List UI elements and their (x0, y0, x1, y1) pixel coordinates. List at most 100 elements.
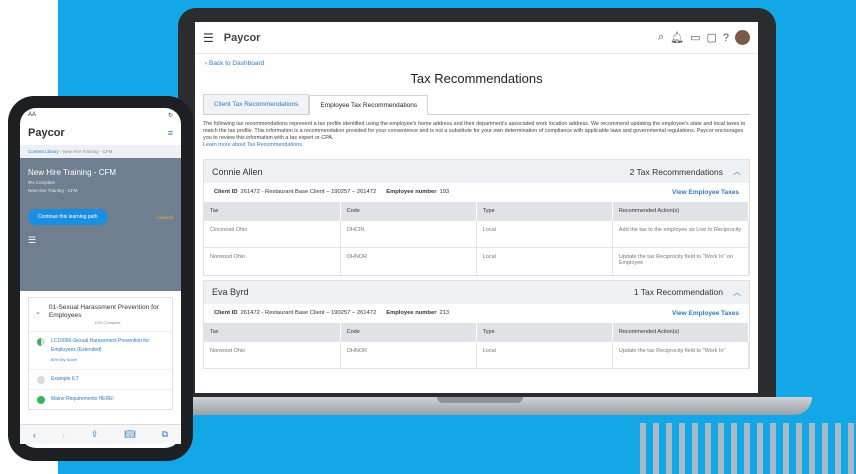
chevron-up-icon[interactable]: ︿ (733, 287, 741, 298)
brand-logo: Paycor (223, 31, 261, 44)
column-header: Tax (204, 202, 341, 221)
employee-number-value: 213 (439, 309, 450, 316)
module-progress: 10% Complete (94, 320, 121, 325)
phone-status-bar: AA ↻ (20, 108, 181, 123)
list-item-label: Example ILT (51, 376, 79, 382)
table-row: Norwood Ohio OHNOR Local Update the tax … (204, 247, 750, 275)
table-row: Norwood Ohio OHNOR Local Update the tax … (204, 340, 750, 368)
type-cell: Local (476, 220, 613, 248)
table-header-row: Tax Code Type Recommended Action(s) (204, 322, 750, 341)
hero-title: New Hire Training - CFM (28, 168, 117, 177)
tax-table: Tax Code Type Recommended Action(s) Cinc… (204, 202, 750, 275)
marketing-composite: ☰ Paycor ⌕ 🔔︎ ▭ ▢ ? ‹ Back to Dashboard … (0, 0, 856, 474)
notification-icon[interactable]: 🔔︎ (670, 31, 684, 44)
employee-card-header[interactable]: Connie Allen 2 Tax Recommendations ︿ (204, 160, 749, 183)
module-header[interactable]: ⌄ 01-Sexual Harassment Prevention for Em… (29, 298, 172, 331)
list-item-label: LC10066-Sexual Harassment Prevention for… (51, 338, 150, 353)
employee-meta: Client ID 261472 - Restaurant Base Clien… (204, 304, 749, 323)
progress-icon (37, 338, 45, 346)
forward-icon[interactable]: › (62, 430, 65, 440)
view-employee-taxes-link[interactable]: View Employee Taxes (672, 310, 739, 317)
employee-card: Eva Byrd 1 Tax Recommendation ︿ Client I… (203, 279, 750, 369)
breadcrumb-separator: › (60, 149, 62, 154)
browser-toolbar: ‹ › ⇪ 📖︎ ⧉ (20, 424, 181, 444)
column-header: Type (476, 322, 613, 341)
recommendation-count: 2 Tax Recommendations (629, 166, 723, 177)
table-row: Cincinnati Ohio OHCIN Local Add the tax … (204, 220, 750, 248)
laptop-screen: ☰ Paycor ⌕ 🔔︎ ▭ ▢ ? ‹ Back to Dashboard … (195, 22, 758, 393)
description: The following tax recommendations repres… (195, 115, 758, 155)
code-cell: OHNOR (340, 247, 477, 275)
back-icon[interactable]: ‹ (33, 430, 36, 440)
app-header: ☰ Paycor ⌕ 🔔︎ ▭ ▢ ? (195, 22, 758, 54)
phone-header: Paycor ≡ (20, 123, 181, 145)
tab-client[interactable]: Client Tax Recommendations (203, 94, 310, 114)
header-icons: ⌕ 🔔︎ ▭ ▢ ? (658, 30, 750, 45)
menu-icon[interactable]: ≡ (168, 128, 173, 138)
employee-name: Eva Byrd (212, 287, 249, 297)
tax-table: Tax Code Type Recommended Action(s) Norw… (204, 322, 750, 368)
employee-number-label: Employee number (386, 189, 437, 195)
description-text: The following tax recommendations repres… (203, 121, 746, 141)
action-cell: Update the tax Reciprocity field to "Wor… (612, 247, 750, 275)
decorative-stripes (638, 423, 856, 474)
bookmarks-icon[interactable]: 📖︎ (124, 429, 135, 440)
client-id-value: 261472 - Restaurant Base Client – 190257… (240, 309, 377, 316)
tabs-icon[interactable]: ⧉ (162, 429, 168, 440)
avatar[interactable] (735, 30, 750, 45)
breadcrumb-link[interactable]: Content Library (28, 149, 59, 154)
text-size-label[interactable]: AA (28, 112, 36, 119)
chevron-up-icon[interactable]: ︿ (733, 166, 741, 177)
employee-card: Connie Allen 2 Tax Recommendations ︿ Cli… (203, 159, 750, 276)
employee-name: Connie Allen (212, 166, 263, 177)
table-header-row: Tax Code Type Recommended Action(s) (204, 202, 750, 221)
column-header: Tax (204, 322, 341, 341)
unenroll-link[interactable]: Unenroll (156, 215, 173, 220)
chat-icon[interactable]: ▭ (690, 31, 700, 44)
column-header: Code (340, 202, 477, 221)
message-icon[interactable]: ▢ (706, 31, 716, 44)
page-title: Tax Recommendations (410, 71, 543, 86)
list-item[interactable]: LC10066-Sexual Harassment Prevention for… (29, 331, 172, 369)
view-employee-taxes-link[interactable]: View Employee Taxes (672, 189, 739, 196)
column-header: Code (340, 322, 477, 341)
type-cell: Local (476, 247, 613, 275)
client-id-label: Client ID (214, 309, 238, 316)
module-title: 01-Sexual Harassment Prevention for Empl… (48, 304, 159, 319)
list-item[interactable]: Example ILT (29, 369, 172, 389)
code-cell: OHCIN (340, 220, 477, 248)
tax-cell: Norwood Ohio (204, 340, 341, 368)
list-item[interactable]: Maine Requirements HERE! (29, 389, 172, 409)
column-header: Recommended Action(s) (612, 322, 750, 341)
client-id-value: 261472 - Restaurant Base Client – 190257… (240, 189, 377, 195)
learn-more-link[interactable]: Learn more about Tax Recommendations. (203, 142, 303, 148)
column-header: Type (476, 202, 613, 221)
code-cell: OHNOR (340, 340, 477, 368)
help-icon[interactable]: ? (723, 32, 729, 44)
back-link[interactable]: ‹ Back to Dashboard (195, 54, 758, 67)
search-icon[interactable]: ⌕ (658, 31, 664, 44)
employee-card-header[interactable]: Eva Byrd 1 Tax Recommendation ︿ (204, 280, 749, 304)
breadcrumb: Content Library › New Hire Training - CF… (20, 145, 181, 158)
list-item-label: Maine Requirements HERE! (51, 396, 114, 402)
phone-screen: AA ↻ Paycor ≡ Content Library › New Hire… (20, 108, 181, 448)
menu-icon[interactable]: ☰ (203, 31, 214, 45)
pending-icon (37, 376, 45, 384)
check-icon (37, 396, 45, 404)
tab-employee[interactable]: Employee Tax Recommendations (309, 95, 429, 115)
employee-number-value: 193 (439, 189, 450, 195)
continue-button[interactable]: Continue this learning path (28, 209, 108, 225)
module-text: 01-Sexual Harassment Prevention for Empl… (49, 304, 166, 325)
type-cell: Local (476, 340, 613, 368)
reload-icon[interactable]: ↻ (168, 112, 173, 119)
share-icon[interactable]: ⇪ (91, 429, 99, 440)
client-id-label: Client ID (214, 189, 238, 195)
chevron-down-icon[interactable]: ⌄ (35, 308, 41, 316)
list-icon[interactable]: ☰ (28, 235, 173, 246)
recommendation-count: 1 Tax Recommendation (633, 287, 723, 297)
breadcrumb-current: New Hire Training - CFM (62, 149, 113, 154)
module-card: ⌄ 01-Sexual Harassment Prevention for Em… (28, 297, 173, 410)
list-item-text: LC10066-Sexual Harassment Prevention for… (51, 337, 164, 364)
hero-actions: Continue this learning path Unenroll (28, 209, 173, 225)
list-item-score: 60% My Score (51, 357, 78, 362)
